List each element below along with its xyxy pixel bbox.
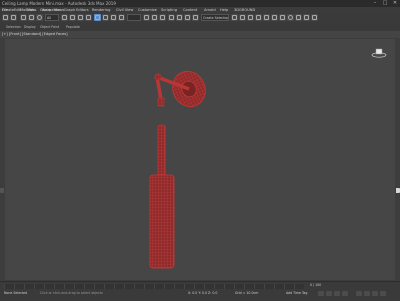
- material-icon: [288, 15, 293, 20]
- redo-button[interactable]: [10, 14, 17, 21]
- undo-button[interactable]: [2, 14, 9, 21]
- select-icon: [62, 15, 67, 20]
- spinner-icon: [193, 15, 198, 20]
- maximize-button[interactable]: □: [380, 0, 390, 7]
- align-icon: [240, 15, 245, 20]
- rendered-frame-button[interactable]: [303, 14, 310, 21]
- selection-filter-dropdown[interactable]: All: [45, 14, 59, 21]
- percent-snap-button[interactable]: [184, 14, 191, 21]
- keyboard-icon: [160, 15, 165, 20]
- ribbon-tab-display[interactable]: Display: [24, 24, 36, 30]
- play-button[interactable]: [318, 291, 324, 296]
- placement-button[interactable]: [118, 14, 125, 21]
- teapot-icon: [312, 15, 317, 20]
- schematic-view-button[interactable]: [279, 14, 286, 21]
- status-bar: None Selected Click or click-and-drag to…: [0, 281, 400, 301]
- mirror-icon: [232, 15, 237, 20]
- schematic-icon: [280, 15, 285, 20]
- curve-editor-button[interactable]: [271, 14, 278, 21]
- link-button[interactable]: [20, 14, 27, 21]
- select-rotate-button[interactable]: [102, 14, 109, 21]
- named-selection-dropdown[interactable]: Create Selection Se: [201, 14, 229, 21]
- render-production-button[interactable]: [311, 14, 318, 21]
- material-editor-button[interactable]: [287, 14, 294, 21]
- prev-frame-button[interactable]: [334, 291, 340, 296]
- title-bar: Ceiling Lamp Modern Mini.max - Autodesk …: [0, 0, 400, 7]
- select-object-button[interactable]: [61, 14, 68, 21]
- ribbon-icon: [264, 15, 269, 20]
- spinner-snap-button[interactable]: [192, 14, 199, 21]
- bind-spacewarp-button[interactable]: [36, 14, 43, 21]
- key-mode-button[interactable]: [342, 291, 348, 296]
- viewport-label[interactable]: [+] [Front] [Standard] [Edged Faces]: [2, 31, 68, 38]
- redo-icon: [11, 15, 16, 20]
- grid-size: Grid = 10.0cm: [235, 291, 259, 295]
- keyboard-shortcut-button[interactable]: [159, 14, 166, 21]
- render-setup-icon: [296, 15, 301, 20]
- spacewarp-icon: [37, 15, 42, 20]
- snap-icon: [169, 15, 174, 20]
- ribbon-tab-populate[interactable]: Populate: [66, 24, 80, 30]
- percent-snap-icon: [185, 15, 190, 20]
- rotate-icon: [103, 15, 108, 20]
- select-manipulate-button[interactable]: [151, 14, 158, 21]
- ribbon-tab-selection[interactable]: Selection: [6, 24, 21, 30]
- window-crossing-button[interactable]: [85, 14, 92, 21]
- lamp-model[interactable]: [5, 39, 397, 282]
- align-button[interactable]: [239, 14, 246, 21]
- frame-counter: 0 / 100: [310, 283, 322, 287]
- pan-button[interactable]: [364, 291, 370, 296]
- manipulate-icon: [152, 15, 157, 20]
- crossing-icon: [86, 15, 91, 20]
- scale-icon: [111, 15, 116, 20]
- scene-explorer-button[interactable]: [247, 14, 254, 21]
- unlink-icon: [29, 15, 34, 20]
- ref-coord-dropdown[interactable]: [127, 14, 141, 21]
- render-setup-button[interactable]: [295, 14, 302, 21]
- select-scale-button[interactable]: [110, 14, 117, 21]
- frame-window-icon: [304, 15, 309, 20]
- layer-explorer-button[interactable]: [255, 14, 262, 21]
- minimize-button[interactable]: –: [370, 0, 380, 7]
- pivot-icon: [144, 15, 149, 20]
- time-slider[interactable]: [4, 284, 304, 289]
- time-ticks: [4, 284, 304, 289]
- maximize-viewport-button[interactable]: [380, 291, 386, 296]
- rect-region-button[interactable]: [77, 14, 84, 21]
- next-frame-button[interactable]: [326, 291, 332, 296]
- close-button[interactable]: ✕: [390, 0, 400, 7]
- angle-snap-icon: [177, 15, 182, 20]
- snaps-toggle-button[interactable]: [168, 14, 175, 21]
- rect-region-icon: [78, 15, 83, 20]
- window-title: Ceiling Lamp Modern Mini.max - Autodesk …: [2, 1, 116, 6]
- coordinate-display[interactable]: X: 0.0 Y: 0.0 Z: 0.0: [188, 291, 217, 296]
- unlink-button[interactable]: [28, 14, 35, 21]
- placement-icon: [119, 15, 124, 20]
- angle-snap-button[interactable]: [176, 14, 183, 21]
- selection-info: None Selected: [4, 291, 28, 295]
- ribbon-tab-object-paint[interactable]: Object Paint: [40, 24, 59, 30]
- select-by-name-button[interactable]: [69, 14, 76, 21]
- ribbon-row: Selection Display Object Paint Populate: [0, 23, 400, 31]
- viewport-front[interactable]: [4, 38, 396, 281]
- undo-icon: [3, 15, 8, 20]
- viewport-label-bar: [+] [Front] [Standard] [Edged Faces]: [0, 31, 400, 38]
- link-icon: [21, 15, 26, 20]
- move-icon: [95, 15, 100, 20]
- prompt-text: Click or click-and-drag to select object…: [40, 291, 103, 295]
- curve-icon: [272, 15, 277, 20]
- mirror-button[interactable]: [231, 14, 238, 21]
- explorer-icon: [248, 15, 253, 20]
- orbit-button[interactable]: [372, 291, 378, 296]
- layers-icon: [256, 15, 261, 20]
- add-time-tag[interactable]: Add Time Tag: [286, 291, 307, 296]
- list-icon: [70, 15, 75, 20]
- ribbon-toggle-button[interactable]: [263, 14, 270, 21]
- select-move-button[interactable]: [94, 14, 101, 21]
- zoom-button[interactable]: [356, 291, 362, 296]
- pivot-button[interactable]: [143, 14, 150, 21]
